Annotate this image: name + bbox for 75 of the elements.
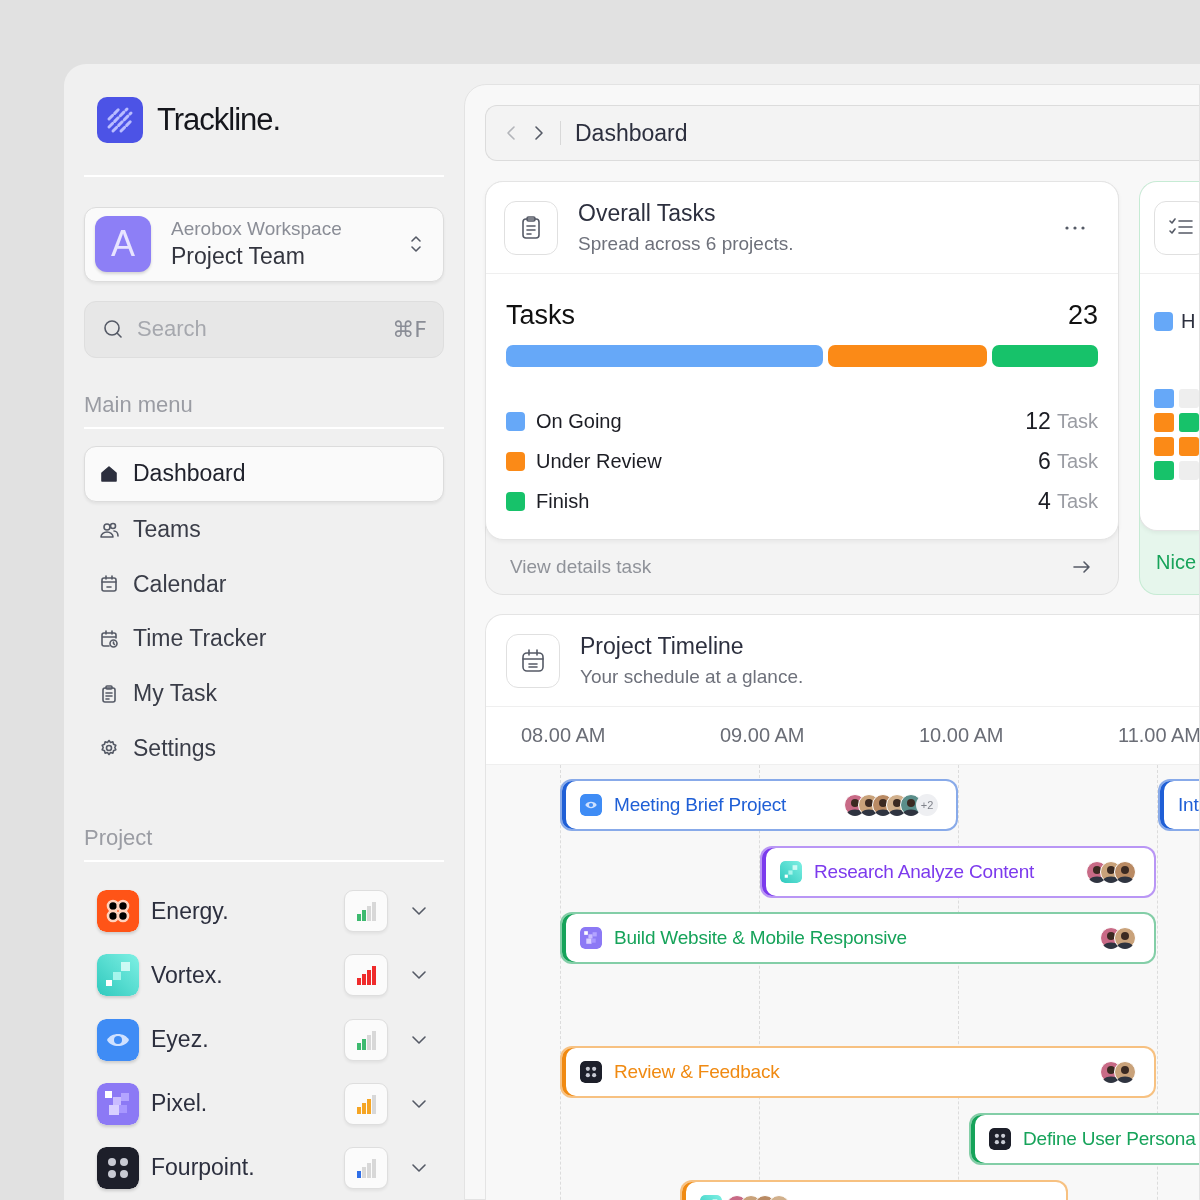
pixel-logo-icon bbox=[580, 927, 602, 949]
legend-label: H bbox=[1181, 310, 1196, 333]
menu-item[interactable]: Dashboard bbox=[84, 446, 444, 502]
calendar-clock-icon bbox=[99, 628, 119, 649]
project-name[interactable]: Eyez. bbox=[151, 1026, 344, 1053]
event-bar[interactable]: Meeting Brief Project +2 bbox=[560, 779, 958, 831]
search-input[interactable]: Search bbox=[135, 315, 383, 344]
status-name: Under Review bbox=[536, 449, 663, 473]
page-title: Dashboard bbox=[575, 119, 688, 147]
four-dots-logo-icon bbox=[580, 1061, 602, 1083]
time-label: 11.00 AM bbox=[1118, 724, 1199, 747]
card-title: Overall Tasks bbox=[578, 200, 717, 227]
task-count: 12 bbox=[1025, 407, 1051, 435]
team-name: Project Team bbox=[171, 243, 306, 271]
event-bar[interactable]: Int bbox=[1158, 779, 1199, 831]
project-name[interactable]: Fourpoint. bbox=[151, 1154, 344, 1182]
menu-item[interactable]: Teams bbox=[84, 501, 444, 558]
workspace-name: Aerobox Workspace bbox=[171, 218, 343, 241]
project-name[interactable]: Pixel. bbox=[151, 1090, 344, 1118]
tasks-label: Tasks bbox=[506, 300, 576, 331]
project-name[interactable]: Energy. bbox=[151, 897, 344, 925]
menu-item[interactable]: My Task bbox=[84, 665, 444, 722]
avatar bbox=[1114, 1061, 1136, 1083]
time-label: 08.00 AM bbox=[521, 724, 607, 747]
menu-item[interactable]: Settings bbox=[84, 720, 444, 777]
card-subtitle: Your schedule at a glance. bbox=[580, 666, 805, 688]
section-title: Main menu bbox=[84, 392, 194, 419]
time-label: 10.00 AM bbox=[919, 724, 1005, 747]
flower-logo-icon bbox=[97, 890, 139, 933]
overflow-count: +2 bbox=[916, 794, 938, 816]
workspace-switcher[interactable]: A Aerobox Workspace Project Team bbox=[84, 206, 444, 282]
calendar-icon bbox=[519, 646, 547, 675]
event-title: Build Website & Mobile Responsive bbox=[614, 927, 908, 949]
more-icon[interactable] bbox=[1064, 224, 1086, 231]
eye-logo-icon bbox=[97, 1018, 139, 1061]
eye-logo-icon bbox=[580, 794, 602, 816]
time-label: 09.00 AM bbox=[720, 724, 806, 747]
avatar bbox=[1114, 861, 1136, 883]
gradient-square-logo-icon bbox=[97, 954, 139, 997]
project-name[interactable]: Vortex. bbox=[151, 961, 344, 989]
status-swatch bbox=[1154, 312, 1173, 331]
shortcut-hint: ⌘F bbox=[392, 316, 427, 342]
tasks-total: 23 bbox=[1067, 300, 1098, 331]
avatar bbox=[1114, 927, 1136, 949]
task-count: 6 bbox=[1038, 447, 1051, 475]
event-title: Research Analyze Content bbox=[814, 861, 1036, 883]
card-title: Project Timeline bbox=[580, 633, 745, 660]
task-unit: Task bbox=[1056, 449, 1098, 473]
event-title: Meeting Brief Project bbox=[614, 794, 788, 816]
logo-icon bbox=[97, 96, 143, 143]
house-icon bbox=[99, 464, 119, 484]
calendar-icon bbox=[99, 574, 119, 595]
four-dots-logo-icon bbox=[989, 1128, 1011, 1150]
event-bar[interactable]: Research Analyze Content bbox=[760, 846, 1156, 898]
status-name: Finish bbox=[536, 489, 591, 513]
workspace-avatar: A bbox=[95, 216, 151, 273]
event-title: Review & Feedback bbox=[614, 1061, 781, 1083]
clipboard-icon bbox=[99, 683, 119, 704]
status-message: Nice bbox=[1156, 551, 1196, 574]
card-subtitle: Spread across 6 projects. bbox=[578, 233, 795, 255]
task-unit: Task bbox=[1056, 409, 1098, 433]
status-name: On Going bbox=[536, 409, 623, 433]
section-title: Project bbox=[84, 825, 154, 852]
menu-item[interactable]: Time Tracker bbox=[84, 611, 444, 667]
event-title: Define User Persona bbox=[1023, 1128, 1197, 1150]
task-count: 4 bbox=[1038, 487, 1051, 515]
menu-item[interactable]: Calendar bbox=[84, 556, 444, 613]
four-dots-logo-icon bbox=[97, 1146, 139, 1189]
brand-name: Trackline. bbox=[157, 101, 281, 138]
gradient-square-logo-icon bbox=[780, 861, 802, 883]
forward-icon[interactable] bbox=[532, 124, 546, 142]
pixel-logo-icon bbox=[97, 1082, 139, 1125]
arrow-right-icon bbox=[1072, 560, 1092, 574]
event-title: Int bbox=[1178, 794, 1199, 816]
task-unit: Task bbox=[1056, 489, 1098, 513]
